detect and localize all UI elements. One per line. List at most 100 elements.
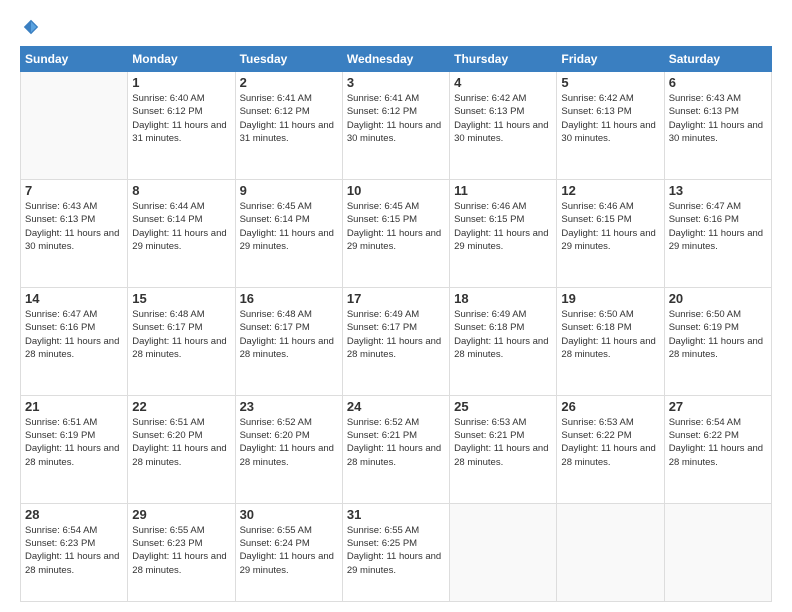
- cell-info: Sunrise: 6:40 AMSunset: 6:12 PMDaylight:…: [132, 92, 230, 145]
- calendar-cell: 1 Sunrise: 6:40 AMSunset: 6:12 PMDaylight…: [128, 72, 235, 180]
- cell-info: Sunrise: 6:52 AMSunset: 6:20 PMDaylight:…: [240, 416, 338, 469]
- cell-info: Sunrise: 6:47 AMSunset: 6:16 PMDaylight:…: [669, 200, 767, 253]
- calendar-cell: 29 Sunrise: 6:55 AMSunset: 6:23 PMDayligh…: [128, 503, 235, 601]
- day-number: 1: [132, 75, 230, 90]
- day-number: 27: [669, 399, 767, 414]
- day-number: 30: [240, 507, 338, 522]
- col-header-thursday: Thursday: [450, 47, 557, 72]
- week-row-2: 14 Sunrise: 6:47 AMSunset: 6:16 PMDayligh…: [21, 287, 772, 395]
- cell-info: Sunrise: 6:44 AMSunset: 6:14 PMDaylight:…: [132, 200, 230, 253]
- day-number: 22: [132, 399, 230, 414]
- cell-info: Sunrise: 6:54 AMSunset: 6:23 PMDaylight:…: [25, 524, 123, 577]
- week-row-4: 28 Sunrise: 6:54 AMSunset: 6:23 PMDayligh…: [21, 503, 772, 601]
- day-number: 16: [240, 291, 338, 306]
- day-number: 29: [132, 507, 230, 522]
- logo: [20, 18, 40, 36]
- calendar-cell: [21, 72, 128, 180]
- day-number: 17: [347, 291, 445, 306]
- calendar-cell: 16Sunrise: 6:48 AMSunset: 6:17 PMDayligh…: [235, 287, 342, 395]
- cell-info: Sunrise: 6:43 AMSunset: 6:13 PMDaylight:…: [669, 92, 767, 145]
- day-number: 6: [669, 75, 767, 90]
- calendar-cell: 4Sunrise: 6:42 AMSunset: 6:13 PMDaylight…: [450, 72, 557, 180]
- calendar-cell: 7 Sunrise: 6:43 AMSunset: 6:13 PMDaylight…: [21, 179, 128, 287]
- day-number: 9: [240, 183, 338, 198]
- cell-info: Sunrise: 6:46 AMSunset: 6:15 PMDaylight:…: [561, 200, 659, 253]
- calendar-cell: 22 Sunrise: 6:51 AMSunset: 6:20 PMDayligh…: [128, 395, 235, 503]
- col-header-monday: Monday: [128, 47, 235, 72]
- day-number: 11: [454, 183, 552, 198]
- calendar-cell: 31Sunrise: 6:55 AMSunset: 6:25 PMDayligh…: [342, 503, 449, 601]
- calendar-cell: 13 Sunrise: 6:47 AMSunset: 6:16 PMDayligh…: [664, 179, 771, 287]
- header: [20, 18, 772, 36]
- day-number: 24: [347, 399, 445, 414]
- cell-info: Sunrise: 6:45 AMSunset: 6:15 PMDaylight:…: [347, 200, 445, 253]
- day-number: 14: [25, 291, 123, 306]
- day-number: 28: [25, 507, 123, 522]
- calendar-cell: 10Sunrise: 6:45 AMSunset: 6:15 PMDayligh…: [342, 179, 449, 287]
- calendar-cell: 2 Sunrise: 6:41 AMSunset: 6:12 PMDaylight…: [235, 72, 342, 180]
- calendar-cell: 15 Sunrise: 6:48 AMSunset: 6:17 PMDayligh…: [128, 287, 235, 395]
- col-header-tuesday: Tuesday: [235, 47, 342, 72]
- day-number: 20: [669, 291, 767, 306]
- day-number: 15: [132, 291, 230, 306]
- calendar-cell: 18 Sunrise: 6:49 AMSunset: 6:18 PMDayligh…: [450, 287, 557, 395]
- calendar-cell: 3 Sunrise: 6:41 AMSunset: 6:12 PMDaylight…: [342, 72, 449, 180]
- cell-info: Sunrise: 6:51 AMSunset: 6:20 PMDaylight:…: [132, 416, 230, 469]
- calendar-cell: 12 Sunrise: 6:46 AMSunset: 6:15 PMDayligh…: [557, 179, 664, 287]
- day-number: 31: [347, 507, 445, 522]
- calendar-cell: 26Sunrise: 6:53 AMSunset: 6:22 PMDayligh…: [557, 395, 664, 503]
- week-row-0: 1 Sunrise: 6:40 AMSunset: 6:12 PMDaylight…: [21, 72, 772, 180]
- cell-info: Sunrise: 6:43 AMSunset: 6:13 PMDaylight:…: [25, 200, 123, 253]
- calendar-cell: 14 Sunrise: 6:47 AMSunset: 6:16 PMDayligh…: [21, 287, 128, 395]
- calendar-cell: 23 Sunrise: 6:52 AMSunset: 6:20 PMDayligh…: [235, 395, 342, 503]
- day-number: 12: [561, 183, 659, 198]
- calendar-cell: 25 Sunrise: 6:53 AMSunset: 6:21 PMDayligh…: [450, 395, 557, 503]
- cell-info: Sunrise: 6:53 AMSunset: 6:21 PMDaylight:…: [454, 416, 552, 469]
- cell-info: Sunrise: 6:41 AMSunset: 6:12 PMDaylight:…: [240, 92, 338, 145]
- cell-info: Sunrise: 6:50 AMSunset: 6:18 PMDaylight:…: [561, 308, 659, 361]
- day-number: 25: [454, 399, 552, 414]
- day-number: 23: [240, 399, 338, 414]
- calendar-cell: 17 Sunrise: 6:49 AMSunset: 6:17 PMDayligh…: [342, 287, 449, 395]
- day-number: 8: [132, 183, 230, 198]
- cell-info: Sunrise: 6:49 AMSunset: 6:17 PMDaylight:…: [347, 308, 445, 361]
- col-header-friday: Friday: [557, 47, 664, 72]
- cell-info: Sunrise: 6:47 AMSunset: 6:16 PMDaylight:…: [25, 308, 123, 361]
- calendar-cell: 30Sunrise: 6:55 AMSunset: 6:24 PMDayligh…: [235, 503, 342, 601]
- cell-info: Sunrise: 6:46 AMSunset: 6:15 PMDaylight:…: [454, 200, 552, 253]
- calendar-cell: 8 Sunrise: 6:44 AMSunset: 6:14 PMDaylight…: [128, 179, 235, 287]
- day-number: 18: [454, 291, 552, 306]
- cell-info: Sunrise: 6:49 AMSunset: 6:18 PMDaylight:…: [454, 308, 552, 361]
- logo-icon: [22, 18, 40, 36]
- week-row-3: 21Sunrise: 6:51 AMSunset: 6:19 PMDayligh…: [21, 395, 772, 503]
- cell-info: Sunrise: 6:50 AMSunset: 6:19 PMDaylight:…: [669, 308, 767, 361]
- cell-info: Sunrise: 6:52 AMSunset: 6:21 PMDaylight:…: [347, 416, 445, 469]
- cell-info: Sunrise: 6:55 AMSunset: 6:23 PMDaylight:…: [132, 524, 230, 577]
- col-header-sunday: Sunday: [21, 47, 128, 72]
- week-row-1: 7 Sunrise: 6:43 AMSunset: 6:13 PMDaylight…: [21, 179, 772, 287]
- day-number: 13: [669, 183, 767, 198]
- calendar-table: SundayMondayTuesdayWednesdayThursdayFrid…: [20, 46, 772, 602]
- cell-info: Sunrise: 6:48 AMSunset: 6:17 PMDaylight:…: [132, 308, 230, 361]
- day-number: 2: [240, 75, 338, 90]
- calendar-cell: [557, 503, 664, 601]
- calendar-cell: 11 Sunrise: 6:46 AMSunset: 6:15 PMDayligh…: [450, 179, 557, 287]
- day-number: 7: [25, 183, 123, 198]
- day-number: 26: [561, 399, 659, 414]
- cell-info: Sunrise: 6:54 AMSunset: 6:22 PMDaylight:…: [669, 416, 767, 469]
- calendar-cell: 28 Sunrise: 6:54 AMSunset: 6:23 PMDayligh…: [21, 503, 128, 601]
- calendar-cell: 27 Sunrise: 6:54 AMSunset: 6:22 PMDayligh…: [664, 395, 771, 503]
- calendar-cell: 24 Sunrise: 6:52 AMSunset: 6:21 PMDayligh…: [342, 395, 449, 503]
- cell-info: Sunrise: 6:41 AMSunset: 6:12 PMDaylight:…: [347, 92, 445, 145]
- cell-info: Sunrise: 6:42 AMSunset: 6:13 PMDaylight:…: [561, 92, 659, 145]
- calendar-cell: [664, 503, 771, 601]
- cell-info: Sunrise: 6:42 AMSunset: 6:13 PMDaylight:…: [454, 92, 552, 145]
- day-number: 3: [347, 75, 445, 90]
- header-row: SundayMondayTuesdayWednesdayThursdayFrid…: [21, 47, 772, 72]
- calendar-cell: 5 Sunrise: 6:42 AMSunset: 6:13 PMDaylight…: [557, 72, 664, 180]
- page: SundayMondayTuesdayWednesdayThursdayFrid…: [0, 0, 792, 612]
- day-number: 21: [25, 399, 123, 414]
- cell-info: Sunrise: 6:45 AMSunset: 6:14 PMDaylight:…: [240, 200, 338, 253]
- day-number: 5: [561, 75, 659, 90]
- calendar-cell: [450, 503, 557, 601]
